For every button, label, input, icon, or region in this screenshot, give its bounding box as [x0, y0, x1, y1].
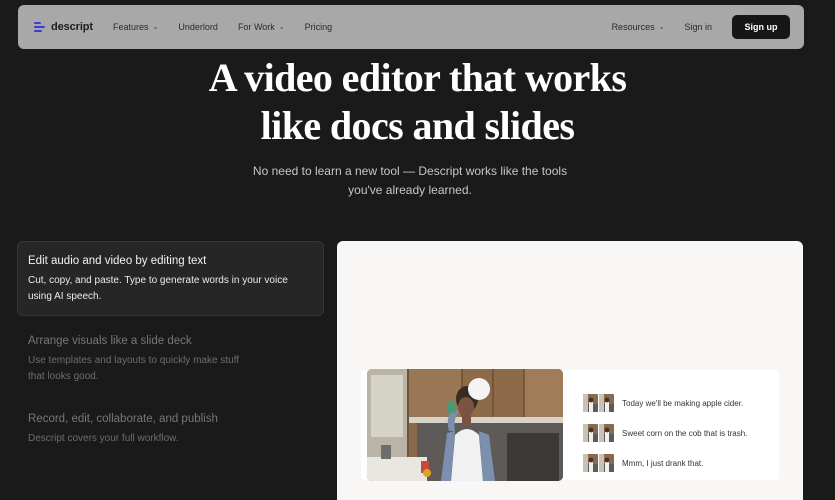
- nav-right: Resources ⌄ Sign in Sign up: [612, 15, 790, 39]
- video-thumbnail: [583, 424, 598, 442]
- sign-in-link[interactable]: Sign in: [684, 22, 712, 32]
- chevron-down-icon: ⌄: [152, 24, 159, 31]
- feature-title: Edit audio and video by editing text: [28, 255, 207, 267]
- nav-resources[interactable]: Resources ⌄: [612, 22, 665, 32]
- feature-description-line: Descript covers your full workflow.: [28, 433, 179, 444]
- feature-description: Cut, copy, and paste. Type to generate w…: [28, 273, 318, 305]
- top-navbar: descript Features ⌄ Underlord For Work ⌄…: [18, 5, 804, 49]
- hero-title-line-1: A video editor that works: [208, 55, 627, 100]
- video-thumbnail: [599, 424, 614, 442]
- video-thumbnail: [583, 454, 598, 472]
- transcript-text[interactable]: Sweet corn on the cob that is trash.: [622, 429, 747, 438]
- feature-title: Record, edit, collaborate, and publish: [28, 413, 218, 425]
- transcript-thumbnails: [583, 394, 614, 412]
- feature-record-publish[interactable]: Record, edit, collaborate, and publish D…: [28, 411, 318, 447]
- demo-panel: Today we'll be making apple cider. Sweet…: [337, 241, 803, 500]
- descript-logo[interactable]: descript: [34, 21, 93, 33]
- nav-underlord-label: Underlord: [178, 22, 218, 32]
- feature-edit-text[interactable]: Edit audio and video by editing text Cut…: [28, 253, 318, 305]
- chevron-down-icon: ⌄: [658, 24, 665, 31]
- sign-up-button[interactable]: Sign up: [732, 15, 790, 39]
- hero-subtitle-line-1: No need to learn a new tool — Descript w…: [252, 164, 568, 178]
- feature-title: Arrange visuals like a slide deck: [28, 335, 192, 347]
- transcript-row[interactable]: Mmm, I just drank that.: [583, 448, 783, 478]
- nav-for-work[interactable]: For Work ⌄: [238, 22, 285, 32]
- nav-resources-label: Resources: [611, 22, 655, 32]
- sign-in-label: Sign in: [684, 22, 712, 32]
- feature-description-line: that looks good.: [28, 371, 99, 382]
- transcript-thumbnails: [583, 424, 614, 442]
- nav-features-label: Features: [113, 22, 149, 32]
- transcript-row[interactable]: Sweet corn on the cob that is trash.: [583, 418, 783, 448]
- nav-pricing-label: Pricing: [304, 22, 333, 32]
- feature-description: Use templates and layouts to quickly mak…: [28, 353, 318, 385]
- transcript-thumbnails: [583, 454, 614, 472]
- nav-for-work-label: For Work: [237, 22, 275, 32]
- transcript-text[interactable]: Today we'll be making apple cider.: [622, 399, 743, 408]
- hero-title: A video editor that works like docs and …: [0, 54, 835, 150]
- transcript-text[interactable]: Mmm, I just drank that.: [622, 459, 703, 468]
- feature-description-line: Use templates and layouts to quickly mak…: [28, 355, 240, 366]
- video-frame-image: [367, 369, 563, 481]
- nav-features[interactable]: Features ⌄: [113, 22, 158, 32]
- logo-text: descript: [51, 21, 93, 33]
- hero-subtitle: No need to learn a new tool — Descript w…: [0, 162, 820, 200]
- video-thumbnail: [583, 394, 598, 412]
- nav-underlord[interactable]: Underlord: [178, 22, 218, 32]
- hero-title-line-2: like docs and slides: [260, 103, 575, 148]
- feature-slide-deck[interactable]: Arrange visuals like a slide deck Use te…: [28, 333, 318, 385]
- feature-description-line: using AI speech.: [28, 291, 102, 302]
- video-thumbnail: [599, 454, 614, 472]
- feature-description-line: Cut, copy, and paste. Type to generate w…: [28, 275, 288, 286]
- video-preview[interactable]: [367, 369, 563, 481]
- video-thumbnail: [599, 394, 614, 412]
- transcript-row[interactable]: Today we'll be making apple cider.: [583, 388, 783, 418]
- transcript-list: Today we'll be making apple cider. Sweet…: [583, 388, 783, 478]
- chevron-down-icon: ⌄: [278, 24, 285, 31]
- feature-description: Descript covers your full workflow.: [28, 431, 318, 447]
- nav-pricing[interactable]: Pricing: [305, 22, 333, 32]
- hero-subtitle-line-2: you've already learned.: [348, 183, 472, 197]
- descript-logo-icon: [34, 21, 46, 33]
